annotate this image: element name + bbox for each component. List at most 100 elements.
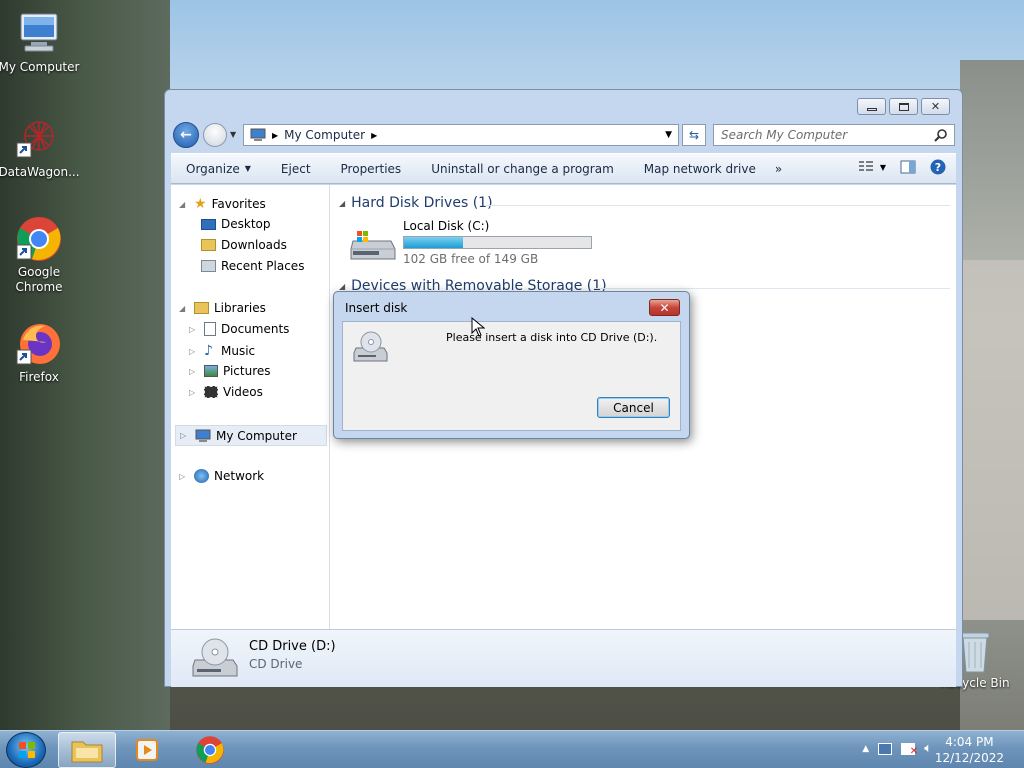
nav-recent-places[interactable]: Recent Places bbox=[201, 259, 304, 273]
firefox-icon bbox=[15, 320, 63, 368]
collapse-group-icon: ◢ bbox=[339, 281, 346, 291]
network-icon bbox=[194, 469, 209, 483]
documents-icon bbox=[204, 322, 216, 336]
taskbar-clock[interactable]: 4:04 PM 12/12/2022 bbox=[935, 734, 1004, 766]
folder-icon bbox=[71, 741, 103, 763]
properties-button[interactable]: Properties bbox=[326, 162, 417, 176]
computer-icon bbox=[15, 10, 63, 58]
cd-drive-icon bbox=[353, 331, 388, 362]
desktop-icon-firefox[interactable]: Firefox bbox=[0, 320, 81, 385]
details-pane: CD Drive (D:) CD Drive bbox=[171, 629, 956, 687]
desktop-icon-datawagon[interactable]: DataWagon... bbox=[0, 115, 81, 180]
close-icon: ✕ bbox=[930, 100, 941, 113]
nav-label: Libraries bbox=[214, 301, 266, 315]
breadcrumb-my-computer[interactable]: My Computer bbox=[284, 128, 365, 142]
nav-label: Favorites bbox=[211, 197, 266, 211]
desktop-icon-label: Google Chrome bbox=[15, 265, 63, 294]
cancel-button[interactable]: Cancel bbox=[597, 397, 670, 418]
taskbar-chrome[interactable] bbox=[181, 732, 239, 768]
hard-drive-icon bbox=[350, 231, 396, 260]
collapse-icon: ▷ bbox=[180, 431, 187, 440]
start-button[interactable] bbox=[6, 732, 46, 768]
network-tray-icon[interactable] bbox=[878, 742, 893, 755]
search-placeholder: Search My Computer bbox=[721, 128, 848, 142]
view-list-icon bbox=[858, 161, 873, 171]
group-divider bbox=[486, 205, 950, 206]
navigation-pane: ◢ ★ Favorites Desktop Downloads Recent Pla… bbox=[171, 185, 330, 629]
nav-pictures[interactable]: ▷ Pictures bbox=[189, 364, 271, 378]
uninstall-program-button[interactable]: Uninstall or change a program bbox=[416, 162, 629, 176]
nav-videos[interactable]: ▷ Videos bbox=[189, 385, 263, 399]
group-title: Hard Disk Drives (1) bbox=[351, 195, 493, 211]
pictures-icon bbox=[204, 365, 218, 377]
forward-button[interactable] bbox=[203, 123, 227, 147]
videos-icon bbox=[204, 386, 218, 398]
taskbar-media-player[interactable] bbox=[118, 732, 176, 768]
desktop-folder-icon bbox=[201, 218, 216, 230]
nav-label: Pictures bbox=[223, 364, 271, 378]
eject-button[interactable]: Eject bbox=[266, 162, 326, 176]
restore-icon bbox=[898, 102, 909, 111]
preview-pane-icon[interactable] bbox=[900, 160, 916, 174]
volume-icon[interactable]: 🔈︎ bbox=[924, 741, 932, 756]
local-disk-free: 102 GB free of 149 GB bbox=[403, 252, 539, 266]
group-header-hdd[interactable]: ◢ Hard Disk Drives (1) bbox=[339, 195, 493, 211]
refresh-button[interactable]: ⇆ bbox=[682, 124, 706, 146]
nav-libraries[interactable]: ◢ Libraries bbox=[179, 301, 266, 315]
action-center-icon[interactable]: ✕ bbox=[901, 742, 918, 757]
dialog-close-button[interactable]: ✕ bbox=[649, 299, 680, 316]
clock-date: 12/12/2022 bbox=[934, 751, 1004, 765]
desktop-icon-label: My Computer bbox=[0, 60, 80, 74]
computer-small-icon bbox=[195, 429, 211, 442]
nav-music[interactable]: ▷ ♪ Music bbox=[189, 343, 255, 359]
maximize-button[interactable] bbox=[889, 98, 918, 115]
desktop-icon-chrome[interactable]: Google Chrome bbox=[0, 215, 81, 295]
close-window-button[interactable]: ✕ bbox=[921, 98, 950, 115]
downloads-folder-icon bbox=[201, 239, 216, 251]
nav-label: Music bbox=[221, 344, 256, 358]
desktop-icon-my-computer[interactable]: My Computer bbox=[0, 10, 81, 75]
desktop-icon-label: DataWagon... bbox=[0, 165, 80, 179]
search-input[interactable]: Search My Computer bbox=[713, 124, 955, 146]
selected-item-name: CD Drive (D:) bbox=[249, 639, 336, 654]
nav-downloads[interactable]: Downloads bbox=[201, 238, 287, 252]
more-commands-button[interactable]: » bbox=[771, 162, 786, 176]
organize-button[interactable]: Organize ▼ bbox=[171, 162, 266, 176]
nav-network[interactable]: ▷ Network bbox=[179, 469, 264, 483]
breadcrumb-chevron-icon[interactable]: ▶ bbox=[371, 131, 377, 140]
chrome-icon bbox=[15, 215, 63, 263]
libraries-icon bbox=[194, 302, 209, 314]
taskbar-explorer[interactable] bbox=[58, 732, 116, 768]
disk-usage-bar bbox=[403, 236, 592, 249]
back-button[interactable]: ← bbox=[173, 122, 199, 148]
collapse-icon: ▷ bbox=[189, 346, 196, 356]
help-icon[interactable]: ? bbox=[930, 159, 946, 175]
address-bar[interactable]: ▶ My Computer ▶ ▼ bbox=[243, 124, 679, 146]
nav-favorites[interactable]: ◢ ★ Favorites bbox=[179, 196, 266, 212]
nav-desktop[interactable]: Desktop bbox=[201, 217, 271, 231]
taskbar: ▲ ✕ 🔈︎ 4:04 PM 12/12/2022 bbox=[0, 730, 1024, 768]
disk-usage-fill bbox=[404, 237, 463, 248]
refresh-icon: ⇆ bbox=[688, 128, 700, 142]
recent-pages-dropdown[interactable]: ▼ bbox=[230, 130, 236, 139]
nav-my-computer[interactable]: ▷ My Computer bbox=[175, 425, 327, 446]
music-icon: ♪ bbox=[204, 343, 213, 359]
minimize-icon bbox=[866, 108, 877, 111]
minimize-button[interactable] bbox=[857, 98, 886, 115]
command-bar: Organize ▼ Eject Properties Uninstall or … bbox=[171, 153, 956, 184]
selected-item-type: CD Drive bbox=[249, 657, 303, 671]
collapse-icon: ▷ bbox=[189, 324, 196, 334]
svg-text:?: ? bbox=[935, 161, 941, 174]
address-dropdown-icon[interactable]: ▼ bbox=[665, 130, 672, 140]
map-network-drive-button[interactable]: Map network drive bbox=[629, 162, 771, 176]
expand-icon: ◢ bbox=[179, 303, 186, 313]
nav-documents[interactable]: ▷ Documents bbox=[189, 322, 289, 336]
nav-label: Videos bbox=[223, 385, 263, 399]
nav-label: Recent Places bbox=[221, 259, 305, 273]
show-hidden-icons-button[interactable]: ▲ bbox=[862, 744, 869, 754]
group-divider bbox=[596, 288, 950, 289]
local-disk-item[interactable]: Local Disk (C:) 102 GB free of 149 GB bbox=[349, 219, 609, 271]
view-options-button[interactable]: ▼ bbox=[858, 160, 886, 174]
recent-places-icon bbox=[201, 260, 216, 272]
mouse-cursor-icon bbox=[471, 317, 485, 337]
